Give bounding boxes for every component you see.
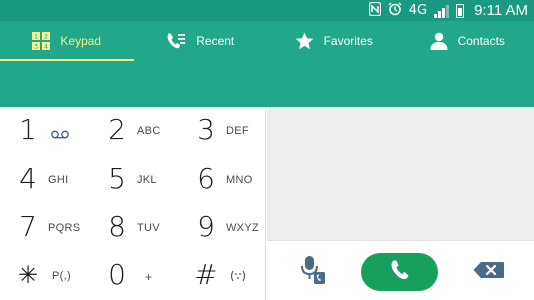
key-digit: 8 (108, 210, 126, 243)
key-4[interactable]: 4 GHI (2, 156, 90, 204)
key-9[interactable]: 9 WXYZ (180, 204, 268, 252)
key-0[interactable]: 0 + (91, 252, 179, 300)
svg-text:1: 1 (34, 34, 38, 41)
svg-text:4: 4 (44, 44, 48, 51)
phone-icon (389, 259, 411, 286)
key-letters: P(,) (52, 270, 71, 282)
key-6[interactable]: 6 MNO (180, 156, 268, 204)
key-letters: PQRS (48, 222, 81, 234)
suggestion-area (267, 107, 534, 240)
key-digit: 7 (19, 210, 37, 243)
video-call-icon (300, 255, 326, 290)
person-icon (430, 32, 448, 50)
key-letters: MNO (226, 174, 253, 186)
status-bar: 4G 9:11 AM (0, 0, 534, 21)
key-digit: 1 (19, 113, 37, 146)
video-call-button[interactable] (295, 254, 331, 290)
key-letters: JKL (137, 174, 157, 186)
tab-keypad[interactable]: 1 2 3 4 Keypad (0, 21, 134, 61)
key-3[interactable]: 3 DEF (180, 107, 268, 155)
key-letters: ABC (137, 125, 161, 137)
tab-label: Keypad (60, 34, 102, 48)
signal-icon (434, 4, 450, 18)
key-digit: 2 (108, 113, 126, 146)
dialer-screen: 4G 9:11 AM 1 2 3 4 Keypad Recent Favorit… (0, 0, 534, 300)
key-letters: + (145, 270, 153, 284)
key-letters: TUV (137, 222, 160, 234)
key-7[interactable]: 7 PQRS (2, 204, 90, 252)
key-8[interactable]: 8 TUV (91, 204, 179, 252)
star-icon (295, 32, 314, 50)
key-1[interactable]: 1 (2, 107, 90, 155)
key-digit: 5 (108, 162, 126, 195)
battery-icon (456, 4, 465, 18)
call-action-bar (267, 240, 534, 300)
key-digit: 3 (197, 113, 215, 146)
alarm-icon (388, 2, 402, 21)
backspace-icon (473, 261, 505, 284)
recent-calls-icon (166, 32, 186, 50)
key-hash[interactable]: # (180, 252, 268, 300)
tab-label: Contacts (457, 34, 505, 48)
keypad-icon: 1 2 3 4 (32, 32, 51, 51)
key-digit: 9 (197, 210, 215, 243)
tab-label: Favorites (323, 34, 373, 48)
key-2[interactable]: 2 ABC (91, 107, 179, 155)
key-letters: WXYZ (226, 222, 259, 234)
key-digit: # (194, 258, 218, 291)
nfc-icon (368, 1, 381, 21)
key-letters: GHI (48, 174, 69, 186)
key-letters: DEF (226, 125, 249, 137)
key-5[interactable]: 5 JKL (91, 156, 179, 204)
dialed-number-display[interactable] (0, 61, 534, 107)
clock-time: 9:11 AM (474, 2, 528, 19)
svg-text:3: 3 (34, 44, 38, 51)
call-button[interactable] (361, 253, 438, 291)
svg-text:2: 2 (44, 34, 48, 41)
key-digit: 6 (197, 162, 215, 195)
backspace-button[interactable] (467, 254, 511, 290)
tab-label: Recent (196, 34, 235, 48)
key-digit: 0 (108, 258, 126, 291)
tab-favorites[interactable]: Favorites (267, 21, 401, 61)
4g-lte-icon: 4G (408, 3, 428, 18)
key-digit: ✳ (17, 261, 39, 289)
key-star[interactable]: ✳ P(,) (2, 252, 90, 300)
tab-recent[interactable]: Recent (134, 21, 268, 61)
key-digit: 4 (19, 162, 37, 195)
tab-contacts[interactable]: Contacts (401, 21, 534, 61)
voicemail-icon (51, 126, 69, 144)
tab-bar: 1 2 3 4 Keypad Recent Favorites Contacts (0, 21, 534, 61)
dial-keypad: 1 2 ABC 3 DEF 4 GHI 5 JKL 6 MNO 7 PQRS 8… (0, 107, 266, 300)
pause-wait-icon (229, 269, 247, 287)
status-icons: 4G 9:11 AM (368, 1, 528, 21)
